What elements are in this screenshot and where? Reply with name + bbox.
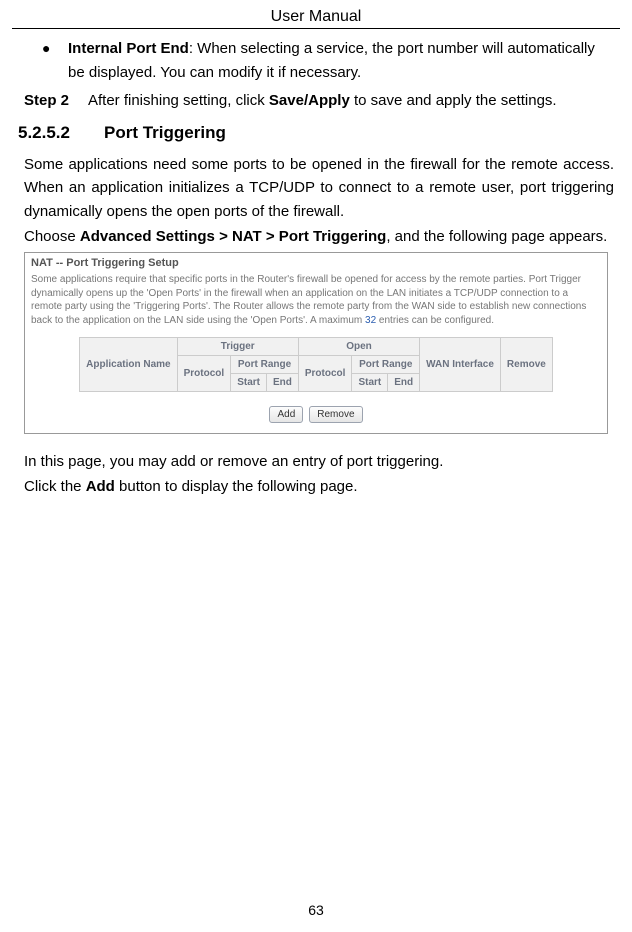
step-2-prefix: After finishing setting, click	[88, 92, 269, 109]
port-triggering-table: Application Name Trigger Open WAN Interf…	[79, 337, 553, 392]
col-open: Open	[298, 338, 419, 356]
paragraph-intro: Some applications need some ports to be …	[24, 153, 614, 223]
page-header: User Manual	[12, 8, 620, 29]
step-2-row: Step 2 After finishing setting, click Sa…	[24, 89, 614, 113]
bullet-dot-icon: ●	[42, 37, 68, 85]
col-trigger-protocol: Protocol	[177, 356, 231, 392]
screenshot-desc-num: 32	[365, 315, 376, 326]
step-2-bold: Save/Apply	[269, 92, 350, 109]
paragraph-click-add: Click the Add button to display the foll…	[24, 475, 614, 498]
add-button[interactable]: Add	[269, 406, 303, 423]
screenshot-description: Some applications require that specific …	[25, 271, 607, 331]
content-area: ● Internal Port End: When selecting a se…	[12, 37, 620, 499]
col-trigger-end: End	[266, 374, 298, 392]
page-title: User Manual	[271, 8, 362, 25]
screenshot-buttons: Add Remove	[25, 406, 607, 423]
step-2-body: After finishing setting, click Save/Appl…	[88, 89, 614, 113]
col-trigger-start: Start	[231, 374, 267, 392]
bullet-text: Internal Port End: When selecting a serv…	[68, 37, 614, 85]
para4-prefix: Click the	[24, 478, 86, 495]
screenshot-port-triggering: NAT -- Port Triggering Setup Some applic…	[24, 252, 608, 434]
para2-prefix: Choose	[24, 228, 80, 245]
col-trigger-port-range: Port Range	[231, 356, 299, 374]
paragraph-instruction: In this page, you may add or remove an e…	[24, 450, 614, 473]
subheading-number: 5.2.5.2	[18, 123, 104, 143]
col-application-name: Application Name	[80, 338, 177, 392]
col-open-start: Start	[352, 374, 388, 392]
col-trigger: Trigger	[177, 338, 298, 356]
spacer	[18, 440, 614, 450]
para2-suffix: , and the following page appears.	[386, 228, 607, 245]
screenshot-desc-1: Some applications require that specific …	[31, 274, 586, 326]
screenshot-desc-2: entries can be configured.	[379, 315, 494, 326]
step-2-label: Step 2	[24, 89, 88, 113]
col-open-port-range: Port Range	[352, 356, 420, 374]
para4-bold: Add	[86, 478, 115, 495]
step-2-suffix: to save and apply the settings.	[350, 92, 557, 109]
col-open-protocol: Protocol	[298, 356, 352, 392]
paragraph-choose: Choose Advanced Settings > NAT > Port Tr…	[24, 225, 614, 248]
col-remove: Remove	[500, 338, 552, 392]
page-number: 63	[0, 902, 632, 918]
col-wan-interface: WAN Interface	[420, 338, 501, 392]
subheading: 5.2.5.2 Port Triggering	[18, 123, 614, 143]
bullet-internal-port-end: ● Internal Port End: When selecting a se…	[42, 37, 614, 85]
remove-button[interactable]: Remove	[309, 406, 362, 423]
screenshot-title: NAT -- Port Triggering Setup	[25, 253, 607, 271]
col-open-end: End	[388, 374, 420, 392]
subheading-title: Port Triggering	[104, 123, 226, 143]
screenshot-table-wrap: Application Name Trigger Open WAN Interf…	[25, 337, 607, 392]
para4-suffix: button to display the following page.	[115, 478, 358, 495]
bullet-label: Internal Port End	[68, 40, 189, 57]
para2-bold: Advanced Settings > NAT > Port Triggerin…	[80, 228, 386, 245]
